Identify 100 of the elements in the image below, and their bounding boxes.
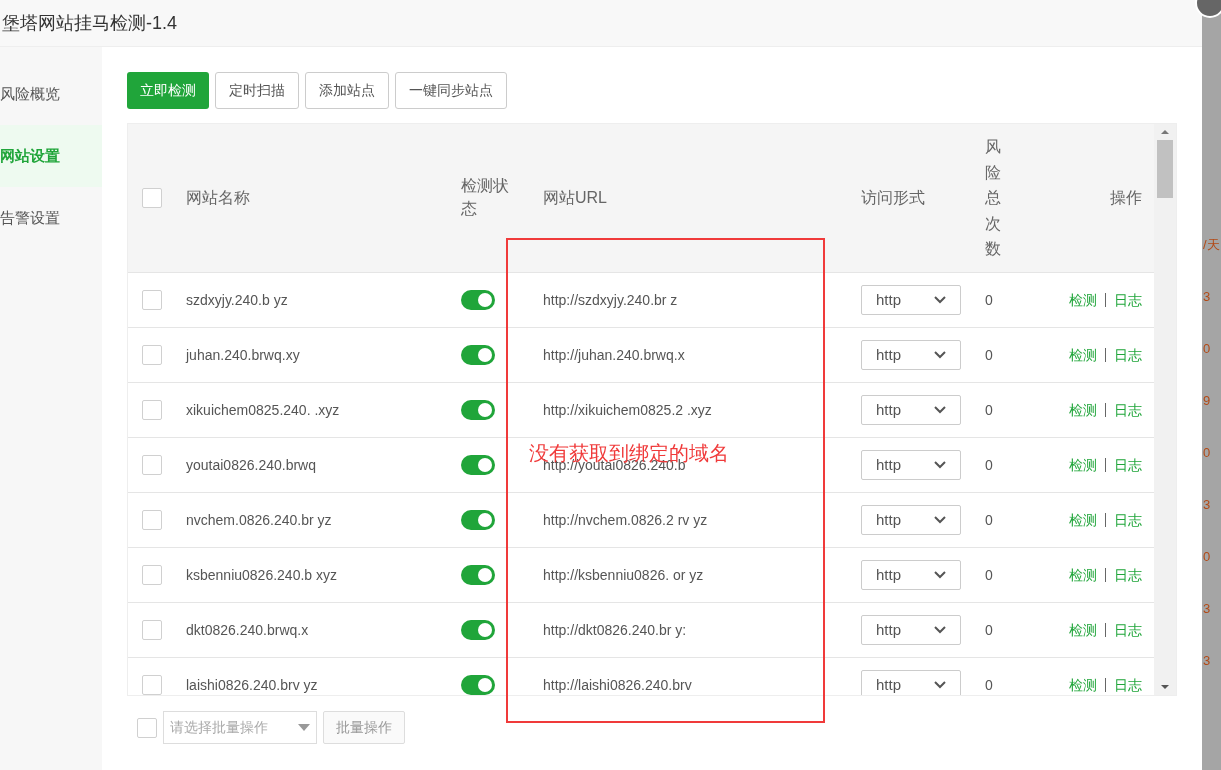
chevron-down-icon [934, 516, 946, 524]
background-text: /天 [1202, 236, 1221, 254]
site-name: ksbenniu0826.240.b xyz [186, 566, 337, 583]
toggle-switch[interactable] [461, 675, 495, 695]
toggle-switch[interactable] [461, 510, 495, 530]
site-url: http://ksbenniu0826. or yz [543, 566, 704, 583]
detect-link[interactable]: 检测 [1069, 399, 1097, 421]
primary-button[interactable]: 立即检测 [127, 72, 209, 109]
toggle-switch[interactable] [461, 345, 495, 365]
detect-link[interactable]: 检测 [1069, 289, 1097, 311]
caret-down-icon [298, 724, 310, 731]
risk-count: 0 [985, 621, 993, 638]
detect-link[interactable]: 检测 [1069, 454, 1097, 476]
checkbox[interactable] [142, 675, 162, 695]
access-select[interactable]: http [861, 505, 961, 535]
log-link[interactable]: 日志 [1114, 564, 1142, 586]
detect-link[interactable]: 检测 [1069, 509, 1097, 531]
toggle-switch[interactable] [461, 565, 495, 585]
risk-count: 0 [985, 566, 993, 583]
site-name: juhan.240.brwq.xy [186, 346, 300, 363]
checkbox[interactable] [142, 188, 162, 208]
chevron-down-icon [934, 296, 946, 304]
log-link[interactable]: 日志 [1114, 619, 1142, 641]
access-select[interactable]: http [861, 340, 961, 370]
site-name: xikuichem0825.240. .xyz [186, 401, 340, 418]
toggle-switch[interactable] [461, 620, 495, 640]
site-name: dkt0826.240.brwq.x [186, 621, 309, 638]
log-link[interactable]: 日志 [1114, 289, 1142, 311]
checkbox[interactable] [142, 620, 162, 640]
log-link[interactable]: 日志 [1114, 399, 1142, 421]
background-text: 3 [1202, 600, 1212, 618]
background-text: 0 [1202, 548, 1212, 566]
site-url: http://dkt0826.240.br y: [543, 621, 687, 638]
sidebar-item[interactable]: 风险概览 [0, 63, 102, 125]
scrollbar-thumb[interactable] [1157, 140, 1173, 198]
column-header: 网站名称 [186, 189, 250, 206]
access-select[interactable]: http [861, 285, 961, 315]
checkbox[interactable] [142, 400, 162, 420]
chevron-down-icon [934, 626, 946, 634]
access-select[interactable]: http [861, 670, 961, 695]
column-header: 访问形式 [861, 189, 925, 206]
site-url: http://laishi0826.240.brv [543, 676, 692, 693]
toggle-switch[interactable] [461, 455, 495, 475]
background-text: 9 [1202, 392, 1212, 410]
log-link[interactable]: 日志 [1114, 454, 1142, 476]
column-header: 风险总次数 [985, 137, 1001, 260]
site-name: szdxyjy.240.b yz [186, 291, 288, 308]
background-text: 3 [1202, 288, 1212, 306]
site-name: youtai0826.240.brwq [186, 456, 316, 473]
sidebar-item[interactable]: 告警设置 [0, 187, 102, 249]
background-text: 0 [1202, 340, 1212, 358]
checkbox[interactable] [142, 290, 162, 310]
toolbar-button[interactable]: 一键同步站点 [395, 72, 507, 109]
chevron-down-icon [934, 681, 946, 689]
detect-link[interactable]: 检测 [1069, 344, 1097, 366]
batch-button[interactable]: 批量操作 [323, 711, 405, 744]
column-header: 检测状态 [461, 176, 510, 219]
checkbox[interactable] [142, 510, 162, 530]
background-text: 3 [1202, 496, 1212, 514]
column-header: 操作 [1110, 189, 1142, 206]
access-select[interactable]: http [861, 450, 961, 480]
toggle-switch[interactable] [461, 290, 495, 310]
site-name: nvchem.0826.240.br yz [186, 511, 332, 528]
column-header: 网站URL [543, 189, 607, 206]
site-url: http://szdxyjy.240.br z [543, 291, 678, 308]
detect-link[interactable]: 检测 [1069, 619, 1097, 641]
access-select[interactable]: http [861, 560, 961, 590]
chevron-down-icon [934, 571, 946, 579]
access-select[interactable]: http [861, 395, 961, 425]
risk-count: 0 [985, 346, 993, 363]
toolbar-button[interactable]: 添加站点 [305, 72, 389, 109]
chevron-down-icon [934, 351, 946, 359]
risk-count: 0 [985, 511, 993, 528]
log-link[interactable]: 日志 [1114, 674, 1142, 695]
access-select[interactable]: http [861, 615, 961, 645]
background-text: 0 [1202, 444, 1212, 462]
log-link[interactable]: 日志 [1114, 509, 1142, 531]
toolbar-button[interactable]: 定时扫描 [215, 72, 299, 109]
risk-count: 0 [985, 676, 993, 693]
risk-count: 0 [985, 456, 993, 473]
window-title: 堡塔网站挂马检测-1.4 [0, 0, 1202, 47]
detect-link[interactable]: 检测 [1069, 564, 1097, 586]
site-name: laishi0826.240.brv yz [186, 676, 318, 693]
toggle-switch[interactable] [461, 400, 495, 420]
checkbox[interactable] [137, 717, 157, 738]
detect-link[interactable]: 检测 [1069, 674, 1097, 695]
background-text: 3 [1202, 652, 1212, 670]
scrollbar[interactable] [1154, 124, 1176, 695]
site-url: http://juhan.240.brwq.x [543, 346, 685, 363]
site-url: http://nvchem.0826.2 rv yz [543, 511, 708, 528]
chevron-down-icon [934, 461, 946, 469]
sidebar-item[interactable]: 网站设置 [0, 125, 102, 187]
checkbox[interactable] [142, 455, 162, 475]
checkbox[interactable] [142, 345, 162, 365]
risk-count: 0 [985, 291, 993, 308]
checkbox[interactable] [142, 565, 162, 585]
chevron-down-icon [934, 406, 946, 414]
log-link[interactable]: 日志 [1114, 344, 1142, 366]
site-url: http://xikuichem0825.2 .xyz [543, 401, 712, 418]
batch-select[interactable]: 请选择批量操作 [163, 711, 317, 744]
